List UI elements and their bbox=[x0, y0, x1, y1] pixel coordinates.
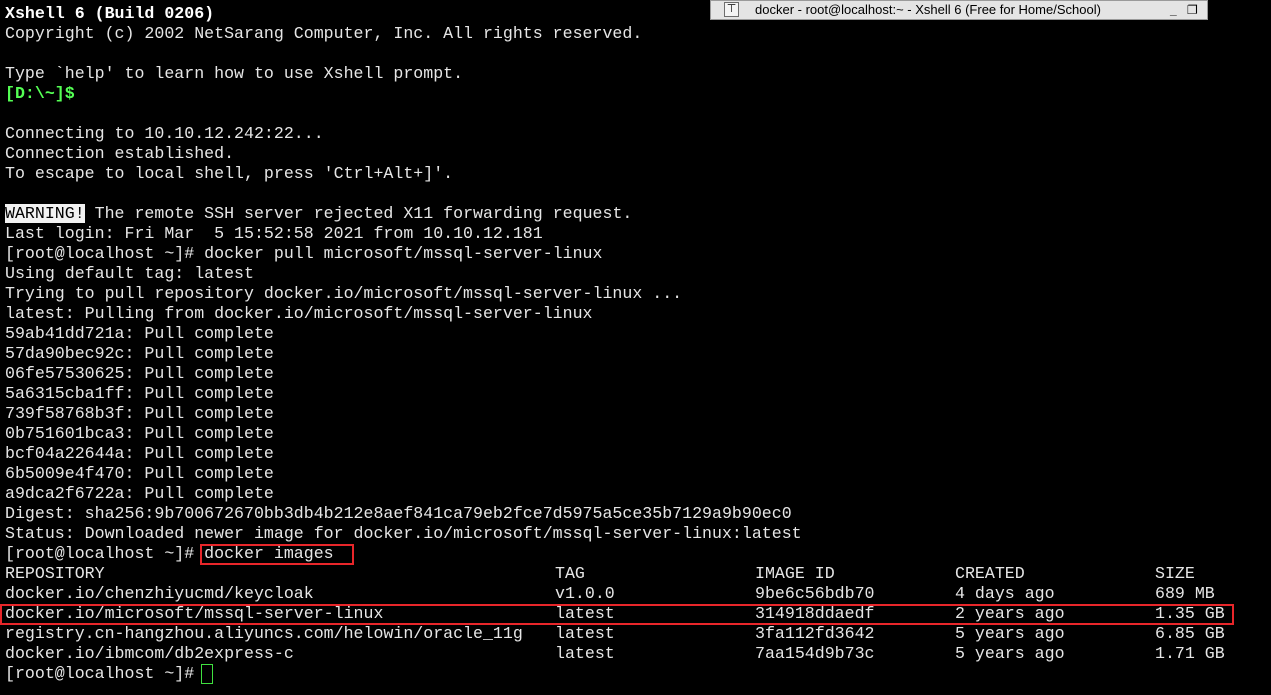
terminal-line: To escape to local shell, press 'Ctrl+Al… bbox=[5, 164, 454, 183]
cell-created: 5 years ago bbox=[955, 624, 1065, 643]
command-highlight-box bbox=[200, 544, 354, 565]
local-shell-prompt: [D:\~]$ bbox=[5, 84, 75, 103]
cell-created: 4 days ago bbox=[955, 584, 1055, 603]
warning-badge: WARNING! bbox=[5, 204, 85, 223]
window-title-bar[interactable]: ⊤ docker - root@localhost:~ - Xshell 6 (… bbox=[710, 0, 1208, 20]
cell-image-id: 9be6c56bdb70 bbox=[755, 584, 875, 603]
cell-created: 5 years ago bbox=[955, 644, 1065, 663]
window-title: docker - root@localhost:~ - Xshell 6 (Fr… bbox=[755, 2, 1101, 17]
cell-image-id: 7aa154d9b73c bbox=[755, 644, 875, 663]
terminal-line: 0b751601bca3: Pull complete bbox=[5, 424, 274, 443]
table-header-row: REPOSITORY TAG IMAGE ID CREATED SIZE bbox=[5, 564, 1265, 584]
terminal-line: WARNING! The remote SSH server rejected … bbox=[5, 204, 632, 224]
terminal-line: Xshell 6 (Build 0206) bbox=[5, 4, 215, 23]
terminal-line: Using default tag: latest bbox=[5, 264, 254, 283]
terminal-line: bcf04a22644a: Pull complete bbox=[5, 444, 274, 463]
cell-repository: docker.io/ibmcom/db2express-c bbox=[5, 644, 294, 663]
terminal-line: Connection established. bbox=[5, 144, 235, 163]
cell-size: 689 MB bbox=[1155, 584, 1215, 603]
column-header-created: CREATED bbox=[955, 564, 1025, 583]
terminal-window[interactable]: Xshell 6 (Build 0206) Copyright (c) 2002… bbox=[0, 0, 1271, 695]
cell-size: 6.85 GB bbox=[1155, 624, 1225, 643]
terminal-line: 6b5009e4f470: Pull complete bbox=[5, 464, 274, 483]
cell-tag: latest bbox=[555, 644, 615, 663]
terminal-line: 739f58768b3f: Pull complete bbox=[5, 404, 274, 423]
cell-size: 1.71 GB bbox=[1155, 644, 1225, 663]
pin-icon[interactable]: ⊤ bbox=[724, 2, 739, 17]
terminal-line: Connecting to 10.10.12.242:22... bbox=[5, 124, 324, 143]
terminal-line: a9dca2f6722a: Pull complete bbox=[5, 484, 274, 503]
text-cursor[interactable] bbox=[201, 664, 213, 684]
terminal-line: Trying to pull repository docker.io/micr… bbox=[5, 284, 683, 303]
terminal-line: Last login: Fri Mar 5 15:52:58 2021 from… bbox=[5, 224, 543, 243]
cell-repository: docker.io/chenzhiyucmd/keycloak bbox=[5, 584, 314, 603]
terminal-line: 59ab41dd721a: Pull complete bbox=[5, 324, 274, 343]
table-row: docker.io/ibmcom/db2express-c latest 7aa… bbox=[5, 644, 1265, 664]
row-highlight-box bbox=[0, 604, 1234, 625]
cell-image-id: 3fa112fd3642 bbox=[755, 624, 875, 643]
column-header-image-id: IMAGE ID bbox=[755, 564, 835, 583]
terminal-line: 06fe57530625: Pull complete bbox=[5, 364, 274, 383]
restore-button[interactable]: ❐ bbox=[1187, 1, 1198, 19]
terminal-line: latest: Pulling from docker.io/microsoft… bbox=[5, 304, 593, 323]
shell-prompt: [root@localhost ~]# bbox=[5, 544, 205, 563]
terminal-line: Status: Downloaded newer image for docke… bbox=[5, 524, 802, 543]
terminal-line: Digest: sha256:9b700672670bb3db4b212e8ae… bbox=[5, 504, 792, 523]
cell-repository: registry.cn-hangzhou.aliyuncs.com/helowi… bbox=[5, 624, 523, 643]
terminal-line: Copyright (c) 2002 NetSarang Computer, I… bbox=[5, 24, 643, 43]
terminal-line: [root@localhost ~]# docker pull microsof… bbox=[5, 244, 603, 263]
minimize-button[interactable]: _ bbox=[1170, 1, 1177, 19]
shell-prompt: [root@localhost ~]# bbox=[5, 664, 205, 683]
terminal-line: 57da90bec92c: Pull complete bbox=[5, 344, 274, 363]
warning-message: The remote SSH server rejected X11 forwa… bbox=[84, 204, 633, 223]
column-header-repository: REPOSITORY bbox=[5, 564, 105, 583]
table-row: docker.io/chenzhiyucmd/keycloak v1.0.0 9… bbox=[5, 584, 1265, 604]
column-header-tag: TAG bbox=[555, 564, 585, 583]
column-header-size: SIZE bbox=[1155, 564, 1195, 583]
terminal-line: 5a6315cba1ff: Pull complete bbox=[5, 384, 274, 403]
cell-tag: v1.0.0 bbox=[555, 584, 615, 603]
terminal-line: Type `help' to learn how to use Xshell p… bbox=[5, 64, 464, 83]
cell-tag: latest bbox=[555, 624, 615, 643]
table-row: registry.cn-hangzhou.aliyuncs.com/helowi… bbox=[5, 624, 1265, 644]
